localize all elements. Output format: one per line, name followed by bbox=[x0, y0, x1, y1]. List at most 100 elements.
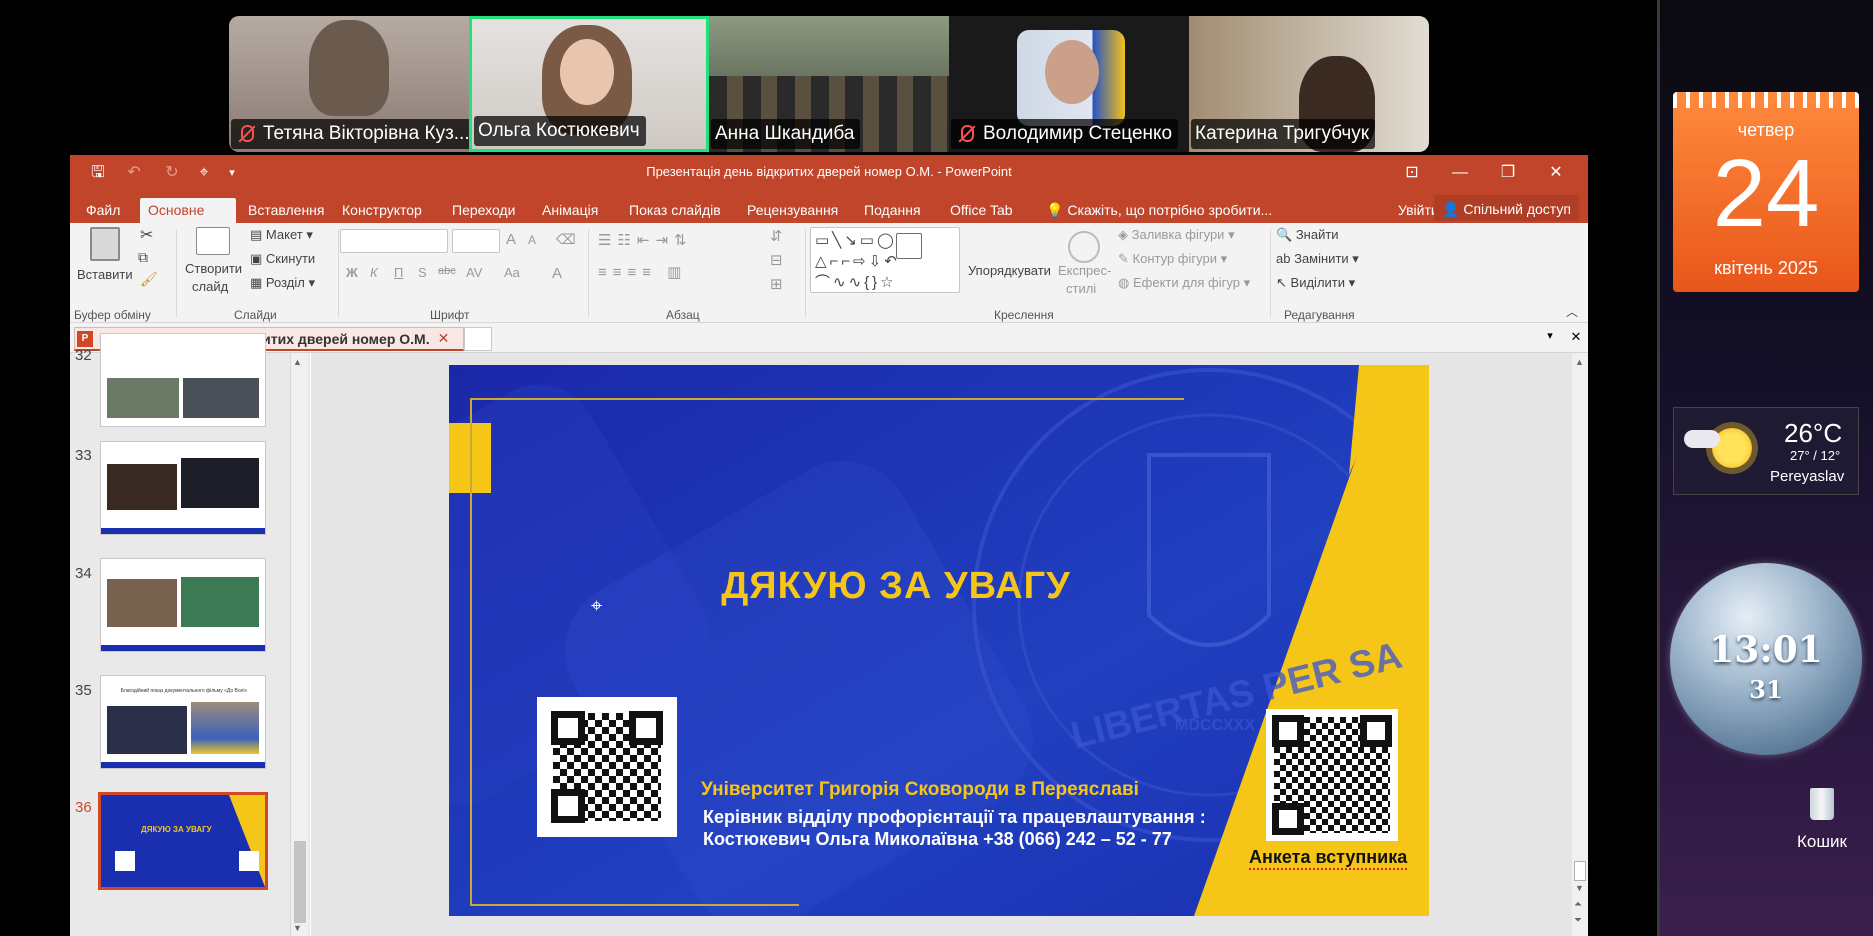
participant-tile[interactable]: Володимир Стеценко bbox=[949, 16, 1189, 152]
font-size-combobox[interactable] bbox=[452, 229, 500, 253]
font-name-combobox[interactable] bbox=[340, 229, 448, 253]
quick-styles-icon[interactable] bbox=[1068, 231, 1100, 263]
font-color-button[interactable]: A bbox=[552, 265, 562, 282]
tab-review[interactable]: Рецензування bbox=[739, 198, 846, 223]
bold-button[interactable]: Ж bbox=[346, 265, 358, 280]
layout-button[interactable]: ▤ Макет ▾ bbox=[250, 227, 313, 243]
qr-finder bbox=[1360, 715, 1392, 747]
clock-gadget[interactable]: 13:01 31 bbox=[1670, 563, 1862, 755]
participant-tile[interactable]: Анна Шкандиба bbox=[709, 16, 949, 152]
previous-slide-icon[interactable]: ⏶ bbox=[1574, 899, 1582, 910]
new-slide-button[interactable]: Створити bbox=[185, 261, 242, 276]
scroll-down-icon[interactable]: ▼ bbox=[293, 923, 302, 933]
collapse-ribbon-icon[interactable]: ︿ bbox=[1566, 303, 1578, 320]
align-text-icon[interactable]: ⊟ bbox=[770, 251, 783, 269]
layout-icon: ▤ bbox=[250, 227, 263, 242]
shape-fill-button[interactable]: ◈ Заливка фігури ▾ bbox=[1118, 227, 1235, 243]
section-button[interactable]: ▦ Розділ ▾ bbox=[250, 275, 315, 291]
tab-design[interactable]: Конструктор bbox=[334, 198, 430, 223]
scroll-thumb[interactable] bbox=[1574, 861, 1586, 881]
reset-button[interactable]: ▣ Скинути bbox=[250, 251, 315, 267]
tab-slideshow[interactable]: Показ слайдів bbox=[621, 198, 729, 223]
shapes-gallery[interactable]: ▭╲↘▭◯▭ △⌐⌐⇨⇩↶ ⌒∿∿{}☆ bbox=[810, 227, 960, 293]
participant-tile[interactable]: Тетяна Вікторівна Куз... bbox=[229, 16, 469, 152]
ribbon-display-options-icon[interactable]: ⊡ bbox=[1400, 161, 1424, 185]
tab-office-tab[interactable]: Office Tab bbox=[942, 198, 1021, 223]
thumbnails-scrollbar[interactable]: ▲ ▼ bbox=[290, 353, 308, 936]
calendar-month-year: квітень 2025 bbox=[1714, 258, 1818, 278]
current-slide[interactable]: LIBERTAS PER SA MDCCXXX ДЯКУЮ ЗА УВАГУ У… bbox=[449, 365, 1429, 916]
calendar-weekday: четвер bbox=[1737, 120, 1795, 140]
slide-thumbnail-33[interactable] bbox=[100, 441, 266, 535]
slide-thumbnail-36[interactable]: ДЯКУЮ ЗА УВАГУ bbox=[98, 792, 268, 890]
replace-button[interactable]: ab Замінити ▾ bbox=[1276, 251, 1359, 267]
underline-button[interactable]: П bbox=[394, 265, 403, 280]
shadow-button[interactable]: S bbox=[418, 265, 427, 280]
close-icon[interactable]: ✕ bbox=[1544, 161, 1568, 185]
italic-button[interactable]: К bbox=[370, 265, 378, 280]
select-button[interactable]: ↖ Виділити ▾ bbox=[1276, 275, 1355, 291]
paste-icon[interactable] bbox=[90, 227, 120, 261]
participant-name: Володимир Стеценко bbox=[951, 119, 1179, 149]
text-direction-icon[interactable]: ⇵ bbox=[770, 227, 783, 245]
tab-animations[interactable]: Анімація bbox=[534, 198, 606, 223]
strikethrough-button[interactable]: abc bbox=[438, 265, 456, 277]
slide-thumbnail-35[interactable]: Благодійний показ документального фільму… bbox=[100, 675, 266, 769]
contact-name-phone: Костюкевич Ольга Миколаївна +38 (066) 24… bbox=[703, 829, 1172, 849]
format-painter-icon[interactable]: 🖌 bbox=[140, 271, 158, 288]
close-all-icon[interactable]: ✕ bbox=[1566, 329, 1586, 347]
cut-icon[interactable]: ✂ bbox=[140, 225, 153, 245]
new-slide-icon[interactable] bbox=[196, 227, 230, 255]
close-tab-icon[interactable]: ✕ bbox=[438, 330, 450, 347]
tell-me-search[interactable]: 💡 Скажіть, що потрібно зробити... bbox=[1038, 198, 1280, 223]
participant-video bbox=[309, 20, 389, 116]
tab-transitions[interactable]: Переходи bbox=[444, 198, 523, 223]
tab-insert[interactable]: Вставлення bbox=[240, 198, 333, 223]
copy-icon[interactable]: ⧉ bbox=[138, 249, 148, 266]
grow-font-icon[interactable]: A bbox=[506, 231, 516, 248]
pen-icon: ✎ bbox=[1118, 251, 1129, 266]
paste-button[interactable]: Вставити bbox=[77, 267, 133, 282]
slide-thumbnail-34[interactable] bbox=[100, 558, 266, 652]
align-buttons[interactable]: ≡≡≡≡ ▥ bbox=[598, 263, 687, 281]
document-tabs-bar: P Презентація день відкритих дверей номе… bbox=[70, 323, 1588, 353]
new-tab-button[interactable] bbox=[464, 327, 492, 351]
arrange-button[interactable]: Упорядкувати bbox=[968, 263, 1051, 278]
slide-thumbnail-32[interactable] bbox=[100, 333, 266, 427]
qr-finder bbox=[551, 711, 585, 745]
share-button[interactable]: 👤 Спільний доступ bbox=[1434, 195, 1579, 221]
restore-icon[interactable]: ❐ bbox=[1496, 161, 1520, 185]
participant-tile[interactable]: Катерина Тригубчук bbox=[1189, 16, 1429, 152]
scroll-up-icon[interactable]: ▲ bbox=[1575, 357, 1584, 367]
character-spacing-button[interactable]: AV bbox=[466, 265, 482, 280]
participant-tile-active-speaker[interactable]: Ольга Костюкевич bbox=[469, 16, 709, 152]
calendar-gadget[interactable]: четвер 24 квітень 2025 bbox=[1673, 92, 1859, 292]
tab-file[interactable]: Файл bbox=[78, 198, 128, 223]
tab-view[interactable]: Подання bbox=[856, 198, 929, 223]
canvas-vertical-scrollbar[interactable]: ▲ ▼ ⏶ ⏷ bbox=[1572, 353, 1588, 936]
mic-muted-icon bbox=[955, 123, 977, 145]
find-button[interactable]: 🔍 Знайти bbox=[1276, 227, 1339, 243]
shrink-font-icon[interactable]: A bbox=[528, 233, 536, 247]
recycle-bin-icon[interactable] bbox=[1800, 784, 1844, 824]
arrange-icon[interactable] bbox=[896, 233, 922, 259]
scroll-down-icon[interactable]: ▼ bbox=[1575, 883, 1584, 893]
weather-gadget[interactable]: 26°C 27° / 12° Pereyaslav bbox=[1673, 407, 1859, 495]
group-divider bbox=[176, 229, 177, 317]
group-label-drawing: Креслення bbox=[994, 308, 1054, 322]
list-buttons[interactable]: ☰☷⇤⇥⇅ bbox=[598, 231, 693, 249]
scroll-thumb[interactable] bbox=[294, 841, 306, 923]
smartart-icon[interactable]: ⊞ bbox=[770, 275, 783, 293]
change-case-button[interactable]: Aa bbox=[504, 265, 520, 280]
quick-styles-button[interactable]: Експрес- bbox=[1058, 263, 1111, 278]
shape-outline-button[interactable]: ✎ Контур фігури ▾ bbox=[1118, 251, 1227, 267]
scroll-up-icon[interactable]: ▲ bbox=[293, 357, 302, 367]
clear-formatting-icon[interactable]: ⌫ bbox=[556, 231, 576, 248]
next-slide-icon[interactable]: ⏷ bbox=[1574, 915, 1582, 926]
tab-list-dropdown-icon[interactable]: ▾ bbox=[1540, 329, 1560, 347]
minimize-icon[interactable]: — bbox=[1448, 161, 1472, 185]
tab-home[interactable]: Основне bbox=[140, 198, 236, 223]
quick-styles-label: стилі bbox=[1066, 281, 1097, 296]
shape-effects-button[interactable]: ◍ Ефекти для фігур ▾ bbox=[1118, 275, 1250, 291]
thumb-photo bbox=[107, 706, 187, 754]
